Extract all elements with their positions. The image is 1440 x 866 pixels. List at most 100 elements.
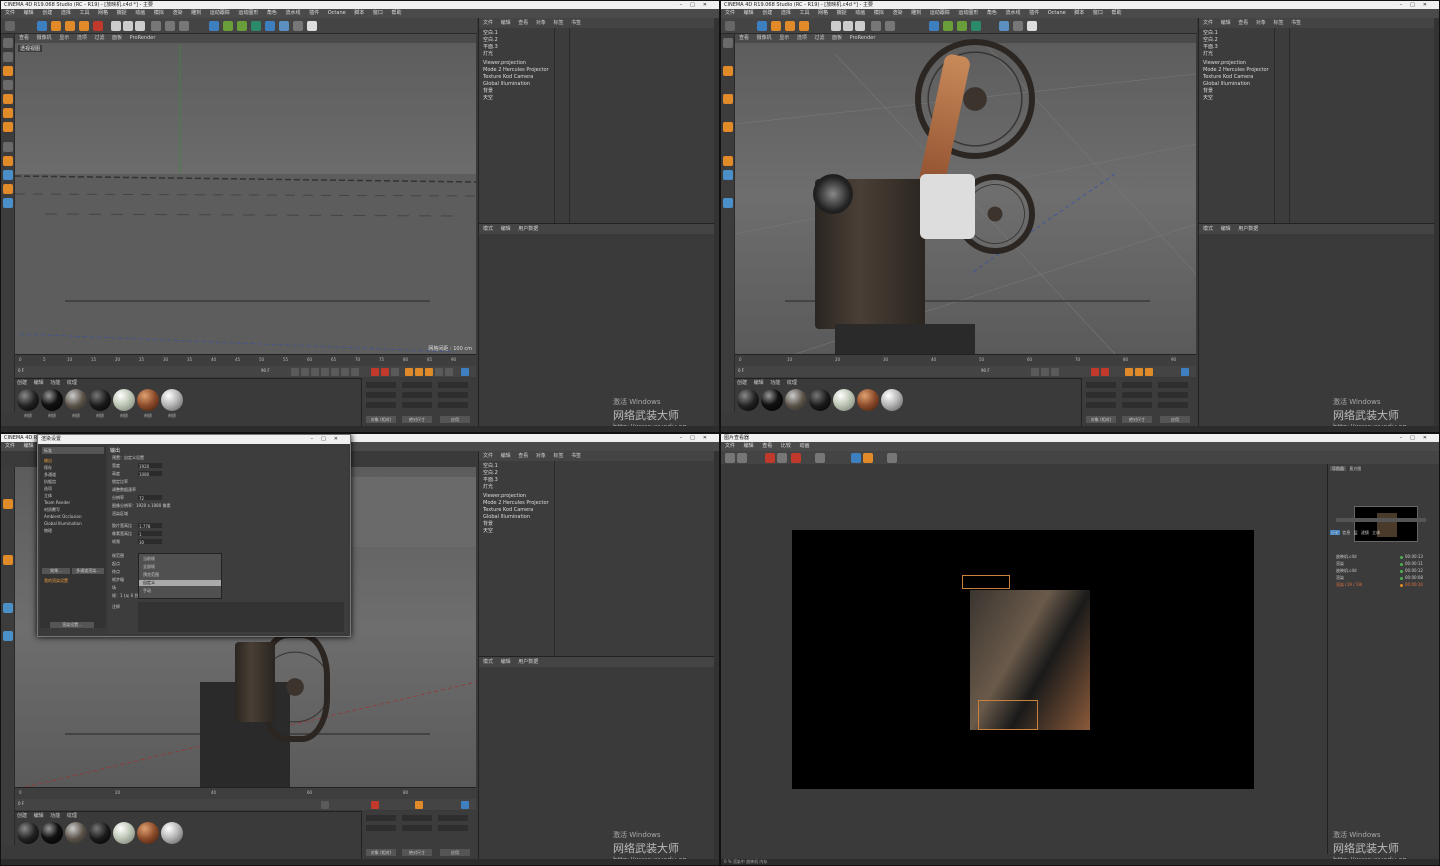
object-row[interactable]: 背景 — [1203, 88, 1213, 95]
material-swatch[interactable] — [833, 389, 855, 411]
menu-render[interactable]: 渲染 — [172, 10, 182, 16]
texture-mode-icon[interactable] — [3, 499, 13, 509]
attr-menu-mode[interactable]: 模式 — [483, 659, 493, 665]
menu-pipeline[interactable]: 流水线 — [286, 10, 301, 16]
coord-mode-button[interactable]: 对象 (相对) — [1086, 416, 1116, 423]
keyframe-sel-icon[interactable] — [391, 368, 399, 376]
om-menu-objects[interactable]: 对象 — [1256, 20, 1266, 26]
coord-field[interactable] — [1158, 402, 1188, 408]
scale-icon[interactable] — [785, 21, 795, 31]
menu-character[interactable]: 角色 — [267, 10, 277, 16]
om-menu-edit[interactable]: 编辑 — [501, 453, 511, 459]
points-mode-icon[interactable] — [723, 94, 733, 104]
tab-layer[interactable]: 层 — [1353, 530, 1359, 535]
object-row[interactable]: 平面.3 — [1203, 44, 1218, 51]
light-icon[interactable] — [1027, 21, 1037, 31]
menu-plugins[interactable]: 插件 — [1029, 10, 1039, 16]
material-swatch[interactable] — [89, 822, 111, 844]
pla-key-icon[interactable] — [445, 368, 453, 376]
history-row[interactable]: 放映机.c4d 00:00:13 — [1336, 554, 1436, 560]
make-editable-icon[interactable] — [3, 38, 13, 48]
lock-workplane-icon[interactable] — [3, 631, 13, 641]
light-icon[interactable] — [307, 21, 317, 31]
current-frame-field[interactable]: 0 F — [738, 368, 744, 373]
timeline-ruler[interactable]: 0 10 20 30 40 50 60 70 80 90 — [735, 354, 1196, 366]
recent-tool-icon[interactable] — [93, 21, 103, 31]
coord-field[interactable] — [1086, 402, 1116, 408]
settings-item-ao[interactable]: Ambient Occlusion — [44, 514, 82, 519]
coord-field[interactable] — [438, 402, 468, 408]
object-row[interactable]: 平面.3 — [483, 477, 498, 484]
material-swatch[interactable] — [17, 389, 39, 411]
dropdown-option-selected[interactable]: 自定义 — [139, 580, 221, 586]
annotations-field[interactable] — [138, 602, 344, 632]
dropdown-option[interactable]: 预览范围 — [143, 572, 159, 578]
menu-sculpt[interactable]: 雕刻 — [191, 10, 201, 16]
pos-key-icon[interactable] — [1125, 368, 1133, 376]
save-icon[interactable] — [737, 453, 747, 463]
om-menu-objects[interactable]: 对象 — [536, 20, 546, 26]
coord-size-button[interactable]: 绝对尺寸 — [402, 849, 432, 856]
renderer-select[interactable]: 标准 — [42, 447, 104, 454]
pen-icon[interactable] — [943, 21, 953, 31]
om-menu-bookmarks[interactable]: 书签 — [1291, 20, 1301, 26]
prev-frame-icon[interactable] — [311, 368, 319, 376]
tab-stereo[interactable]: 立体 — [1371, 530, 1381, 535]
object-row[interactable]: Global Illumination — [1203, 81, 1250, 88]
render-setting-button[interactable]: 渲染设置... — [50, 622, 94, 628]
om-menu-bookmarks[interactable]: 书签 — [571, 20, 581, 26]
menu-sculpt[interactable]: 雕刻 — [911, 10, 921, 16]
menu-script[interactable]: 脚本 — [354, 10, 364, 16]
menu-script[interactable]: 脚本 — [1074, 10, 1084, 16]
next-key-icon[interactable] — [341, 368, 349, 376]
floor-icon[interactable] — [279, 21, 289, 31]
move-icon[interactable] — [51, 21, 61, 31]
dropdown-option[interactable]: 全部帧 — [143, 564, 155, 570]
tab-history[interactable]: 历史 — [1330, 530, 1340, 535]
settings-item-save[interactable]: 保存 — [44, 465, 52, 471]
tweak-mode-icon[interactable] — [723, 156, 733, 166]
material-swatch[interactable] — [41, 822, 63, 844]
menu-file[interactable]: 文件 — [725, 10, 735, 16]
rot-key-icon[interactable] — [425, 368, 433, 376]
y-axis-icon[interactable] — [123, 21, 133, 31]
soft-select-icon[interactable] — [3, 184, 13, 194]
material-swatch[interactable] — [737, 389, 759, 411]
om-menu-view[interactable]: 查看 — [1238, 20, 1248, 26]
attr-menu-userdata[interactable]: 用户数据 — [518, 226, 538, 232]
undo-icon[interactable] — [725, 21, 735, 31]
render-pv-icon[interactable] — [165, 21, 175, 31]
settings-item-physical[interactable]: 物理 — [44, 528, 52, 534]
pv-menu-file[interactable]: 文件 — [725, 443, 735, 449]
mat-menu-edit[interactable]: 编辑 — [34, 380, 44, 386]
coord-field[interactable] — [366, 815, 396, 821]
texture-mode-icon[interactable] — [3, 66, 13, 76]
dropdown-option[interactable]: 当前帧 — [143, 556, 155, 562]
menu-tools[interactable]: 工具 — [79, 10, 89, 16]
menu-motion-tracking[interactable]: 运动跟踪 — [930, 10, 950, 16]
timeline-icon[interactable] — [461, 368, 469, 376]
material-swatch[interactable] — [17, 822, 39, 844]
menu-snap[interactable]: 捕捉 — [837, 10, 847, 16]
object-row[interactable]: 平面.3 — [483, 44, 498, 51]
apply-button[interactable]: 应用 — [440, 849, 470, 856]
play-icon[interactable] — [321, 368, 329, 376]
material-swatch[interactable] — [65, 822, 87, 844]
window-controls[interactable]: –□✕ — [680, 1, 715, 9]
coord-field[interactable] — [1086, 382, 1116, 388]
object-row[interactable]: Mode 2 Hercules Projector — [1203, 67, 1269, 74]
material-swatch[interactable] — [137, 822, 159, 844]
mat-menu-texture[interactable]: 纹理 — [787, 380, 797, 386]
history-row-active[interactable]: 渲染 (19 / 19) 00:00:10 — [1336, 582, 1436, 588]
cube-icon[interactable] — [209, 21, 219, 31]
scale-key-icon[interactable] — [415, 368, 423, 376]
om-menu-file[interactable]: 文件 — [483, 453, 493, 459]
play-icon[interactable] — [321, 801, 329, 809]
mat-menu-texture[interactable]: 纹理 — [67, 380, 77, 386]
menu-edit[interactable]: 编辑 — [744, 10, 754, 16]
adapt-rate-label[interactable]: 调整数据速率 — [112, 487, 136, 493]
alpha-icon[interactable] — [863, 453, 873, 463]
menu-edit[interactable]: 编辑 — [24, 10, 34, 16]
mat-menu-function[interactable]: 功能 — [770, 380, 780, 386]
menu-file[interactable]: 文件 — [5, 10, 15, 16]
